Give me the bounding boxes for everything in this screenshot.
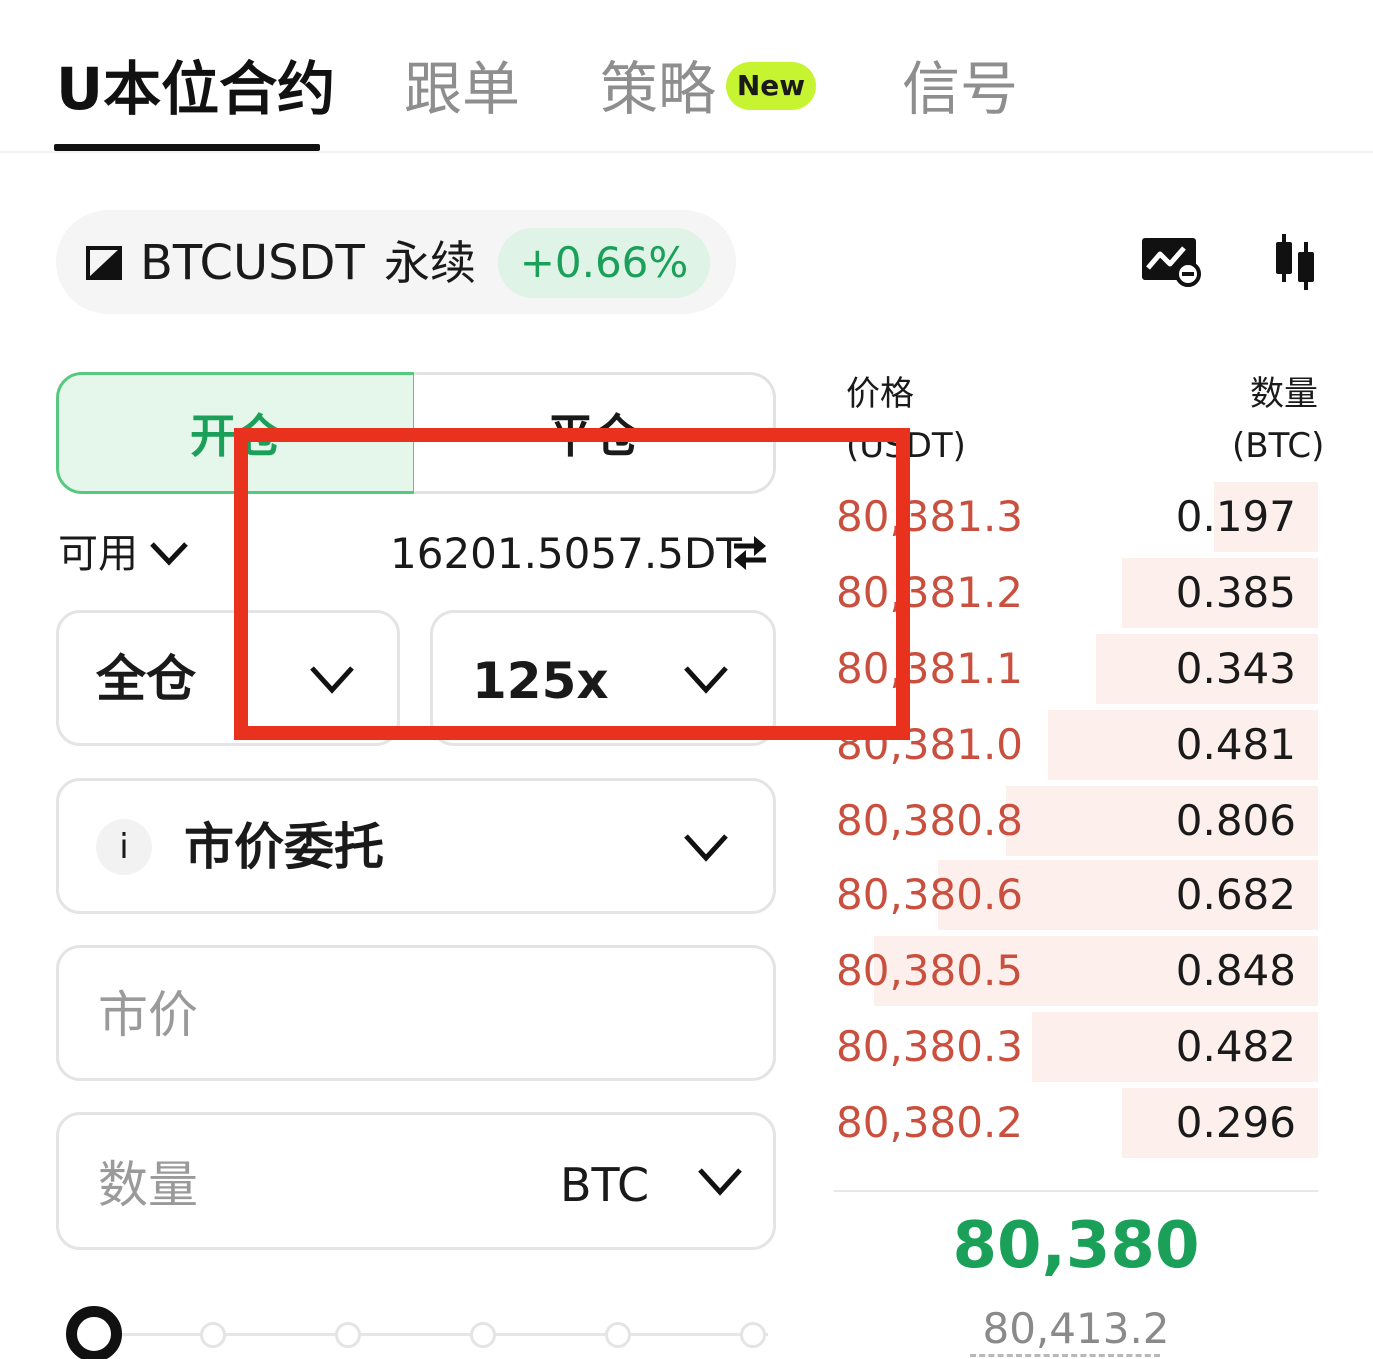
ask-price: 80,380.8 xyxy=(836,796,1024,845)
chart-icon[interactable] xyxy=(1140,236,1202,288)
ask-qty: 0.197 xyxy=(1175,492,1296,541)
tab-signals[interactable]: 信号 xyxy=(902,56,1018,122)
margin-mode-value: 全仓 xyxy=(96,650,196,708)
ask-row[interactable]: 80,380.8 0.806 xyxy=(834,786,1318,856)
ask-price: 80,380.5 xyxy=(836,946,1024,995)
tab-usdt-futures[interactable]: U本位合约 xyxy=(56,56,335,122)
chevron-down-icon[interactable] xyxy=(148,538,190,568)
slider-step-50[interactable] xyxy=(335,1322,361,1348)
slider-step-max[interactable] xyxy=(740,1322,766,1348)
tab-strategy[interactable]: 策略 xyxy=(600,56,716,122)
slider-step-75[interactable] xyxy=(470,1322,496,1348)
mark-price-underline xyxy=(970,1354,1160,1357)
order-type-value: 市价委托 xyxy=(184,818,384,876)
ask-row[interactable]: 80,380.5 0.848 xyxy=(834,936,1318,1006)
ask-qty: 0.343 xyxy=(1175,644,1296,693)
slider-step-100[interactable] xyxy=(605,1322,631,1348)
active-tab-indicator xyxy=(54,144,320,151)
new-badge: New xyxy=(726,62,816,110)
tabs-divider xyxy=(0,151,1373,153)
ask-qty: 0.481 xyxy=(1175,720,1296,769)
tab-copy-trading[interactable]: 跟单 xyxy=(404,56,520,122)
price-change-badge: +0.66% xyxy=(498,228,710,298)
orderbook-price-header: 价格 xyxy=(846,374,914,414)
contract-type: 永续 xyxy=(384,236,476,290)
ask-qty: 0.385 xyxy=(1175,568,1296,617)
price-placeholder: 市价 xyxy=(98,986,198,1044)
orderbook-qty-unit: (BTC) xyxy=(1232,426,1325,466)
last-price[interactable]: 80,380 xyxy=(834,1208,1318,1284)
ask-price: 80,380.3 xyxy=(836,1022,1024,1071)
mark-price[interactable]: 80,413.2 xyxy=(834,1302,1318,1356)
ask-price: 80,380.2 xyxy=(836,1098,1024,1147)
quantity-unit-select[interactable]: BTC xyxy=(560,1150,649,1220)
ask-qty: 0.682 xyxy=(1175,870,1296,919)
available-label[interactable]: 可用 xyxy=(58,526,138,582)
info-icon[interactable]: i xyxy=(96,819,152,875)
quantity-placeholder: 数量 xyxy=(98,1156,198,1214)
ask-price: 80,380.6 xyxy=(836,870,1024,919)
chevron-down-icon[interactable] xyxy=(696,1166,744,1196)
chevron-down-icon xyxy=(684,834,728,862)
orderbook-qty-header: 数量 xyxy=(1250,374,1318,414)
ask-row[interactable]: 80,380.6 0.682 xyxy=(834,860,1318,930)
slider-handle[interactable] xyxy=(66,1306,122,1359)
ask-qty: 0.848 xyxy=(1175,946,1296,995)
order-type-select[interactable] xyxy=(56,778,776,914)
ask-row[interactable]: 80,380.2 0.296 xyxy=(834,1088,1318,1158)
candlestick-icon[interactable] xyxy=(1272,232,1318,292)
symbol-switch-icon[interactable] xyxy=(86,246,122,280)
ask-qty: 0.806 xyxy=(1175,796,1296,845)
ask-row[interactable]: 80,380.3 0.482 xyxy=(834,1012,1318,1082)
symbol-name[interactable]: BTCUSDT xyxy=(140,232,365,294)
ask-qty: 0.296 xyxy=(1175,1098,1296,1147)
orderbook-divider xyxy=(834,1190,1318,1192)
slider-step-25[interactable] xyxy=(200,1322,226,1348)
red-highlight-box xyxy=(234,428,910,740)
ask-qty: 0.482 xyxy=(1175,1022,1296,1071)
